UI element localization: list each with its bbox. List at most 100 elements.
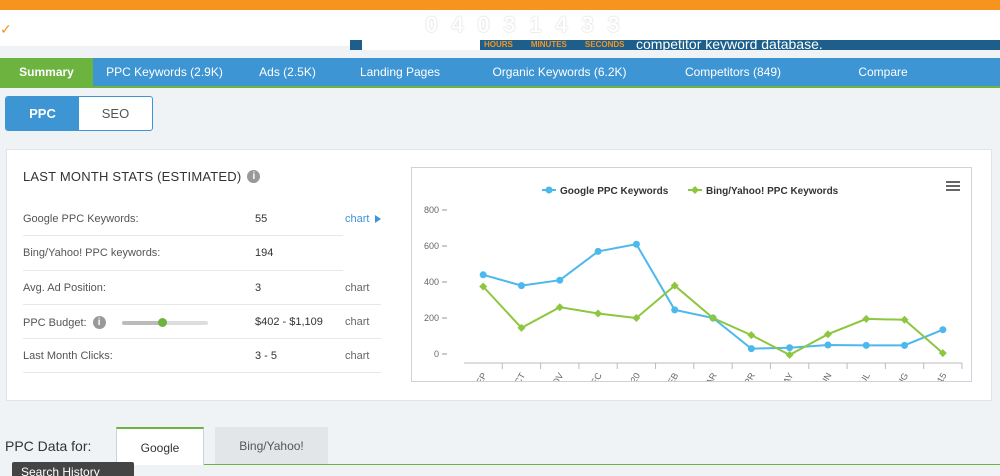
info-icon[interactable]: i xyxy=(247,170,261,183)
y-tick-label: 200 xyxy=(424,313,439,323)
tab-bing-yahoo[interactable]: Bing/Yahoo! xyxy=(215,427,328,465)
timer-label-hours: HOURS xyxy=(484,40,513,49)
data-point xyxy=(555,303,564,312)
row-divider xyxy=(23,372,381,373)
search-history-button[interactable]: Search History xyxy=(12,462,134,476)
stats-row-ppc-budget: PPC Budget: i $402 - $1,109 chart xyxy=(23,305,383,339)
countdown-digit: 3 xyxy=(607,12,621,37)
data-point xyxy=(862,314,871,323)
nav-summary[interactable]: Summary xyxy=(0,58,93,86)
chart-link-label: chart xyxy=(345,213,370,225)
timer-label-minutes: MINUTES xyxy=(530,40,567,49)
stats-label: Bing/Yahoo! PPC keywords: xyxy=(23,247,161,259)
stats-row-google-keywords: Google PPC Keywords: 55 chart xyxy=(23,202,383,236)
budget-slider-fill xyxy=(121,320,162,325)
data-point xyxy=(632,240,640,248)
x-tick-label: JUN xyxy=(816,371,833,381)
nav-organic-keywords[interactable]: Organic Keywords (6.2K) xyxy=(461,58,658,86)
x-tick-label: APR xyxy=(739,371,757,381)
chart-link[interactable]: chart xyxy=(345,350,369,362)
nav-compare[interactable]: Compare xyxy=(808,58,958,86)
keywords-chart: 0 200 400 600 800 SEP OCT NOV DEC JAN 2020 FEB MAR A… xyxy=(411,167,972,410)
nav-landing-pages[interactable]: Landing Pages xyxy=(339,58,461,86)
stats-label: Last Month Clicks: xyxy=(23,350,113,362)
stats-row-last-month-clicks: Last Month Clicks: 3 - 5 chart xyxy=(23,339,383,373)
stats-title-text: LAST MONTH STATS (ESTIMATED) xyxy=(23,169,242,184)
countdown-digit: 3 xyxy=(581,12,595,37)
play-icon xyxy=(375,215,382,224)
chart-link[interactable]: chart xyxy=(345,316,369,328)
tab-google[interactable]: Google xyxy=(116,427,204,465)
x-tick-label: MAR xyxy=(700,371,719,381)
budget-slider[interactable] xyxy=(121,317,208,327)
y-tick-label: 800 xyxy=(424,205,439,215)
data-point xyxy=(939,326,947,334)
x-tick-label: DEC xyxy=(586,371,604,381)
stats-title: LAST MONTH STATS (ESTIMATED) i xyxy=(23,169,261,184)
x-tick-label: SEP xyxy=(471,371,489,381)
x-tick-label: JAN 2020 xyxy=(614,371,642,381)
promo-strip-notch xyxy=(362,40,480,50)
stats-value: 3 xyxy=(255,282,262,294)
data-point xyxy=(862,341,870,349)
chart-link[interactable]: chart xyxy=(345,213,382,225)
countdown-digit: 0 xyxy=(477,12,491,37)
countdown-digit: 4 xyxy=(555,12,569,37)
y-tick-label: 600 xyxy=(424,241,439,251)
main-nav: Summary PPC Keywords (2.9K) Ads (2.5K) L… xyxy=(0,58,1000,86)
info-icon[interactable]: i xyxy=(92,316,106,329)
x-tick-label: AUG xyxy=(892,371,910,381)
toggle-seo-button[interactable]: SEO xyxy=(79,97,152,130)
legend-label: Google PPC Keywords xyxy=(560,186,669,197)
data-point xyxy=(786,344,794,352)
budget-slider-handle[interactable] xyxy=(157,317,167,327)
nav-ppc-keywords[interactable]: PPC Keywords (2.9K) xyxy=(93,58,236,86)
countdown-digit: 3 xyxy=(503,12,517,37)
x-tick-label: MAY xyxy=(777,371,795,381)
chart-link[interactable]: chart xyxy=(345,282,369,294)
y-tick-label: 0 xyxy=(434,349,439,359)
nav-underline xyxy=(0,86,1000,88)
data-point xyxy=(671,306,679,314)
data-point xyxy=(517,282,525,290)
tab-underline xyxy=(204,464,1000,465)
hamburger-menu-icon[interactable] xyxy=(946,181,960,192)
data-point xyxy=(556,276,564,284)
series-line xyxy=(482,243,944,350)
y-tick-label: 400 xyxy=(424,277,439,287)
data-point xyxy=(747,331,756,340)
nav-ads[interactable]: Ads (2.5K) xyxy=(236,58,339,86)
stats-value: 3 - 5 xyxy=(255,350,278,362)
stats-label: Google PPC Keywords: xyxy=(23,213,139,225)
ppc-seo-toggle: PPC SEO xyxy=(5,96,153,131)
countdown-digit: 0 xyxy=(425,12,439,37)
legend-label: Bing/Yahoo! PPC Keywords xyxy=(706,186,839,197)
top-banner-bar xyxy=(0,0,1000,10)
x-tick-label: FEB xyxy=(663,371,680,381)
data-point xyxy=(901,341,909,349)
data-point xyxy=(823,330,832,339)
stats-row-bing-keywords: Bing/Yahoo! PPC keywords: 194 xyxy=(23,236,383,270)
data-point xyxy=(594,309,603,318)
legend-swatch-marker xyxy=(545,186,553,194)
data-point xyxy=(594,247,602,255)
stats-value: $402 - $1,109 xyxy=(255,316,323,328)
chart-canvas: 0 200 400 600 800 SEP OCT NOV DEC JAN 2020 FEB MAR A… xyxy=(424,186,963,410)
x-tick-label: JUL xyxy=(855,371,872,381)
data-point xyxy=(785,350,794,359)
stats-panel: LAST MONTH STATS (ESTIMATED) i Google PP… xyxy=(6,149,992,410)
stats-label: Avg. Ad Position: xyxy=(23,282,106,294)
toggle-ppc-button[interactable]: PPC xyxy=(6,97,79,130)
stats-value: 194 xyxy=(255,247,274,259)
stats-label: PPC Budget: xyxy=(23,316,87,329)
stats-value: 55 xyxy=(255,213,268,225)
nav-competitors[interactable]: Competitors (849) xyxy=(658,58,808,86)
x-tick-label: SEP 1-15 xyxy=(921,371,949,381)
x-tick-label: OCT xyxy=(509,371,527,381)
data-point xyxy=(824,341,832,349)
checkmark-icon: ✓ xyxy=(0,21,12,37)
legend-swatch-marker xyxy=(691,186,699,194)
promo-text: competitor keyword database. xyxy=(636,36,823,50)
countdown-digit: 4 xyxy=(451,12,465,37)
x-tick-label: NOV xyxy=(547,371,565,381)
